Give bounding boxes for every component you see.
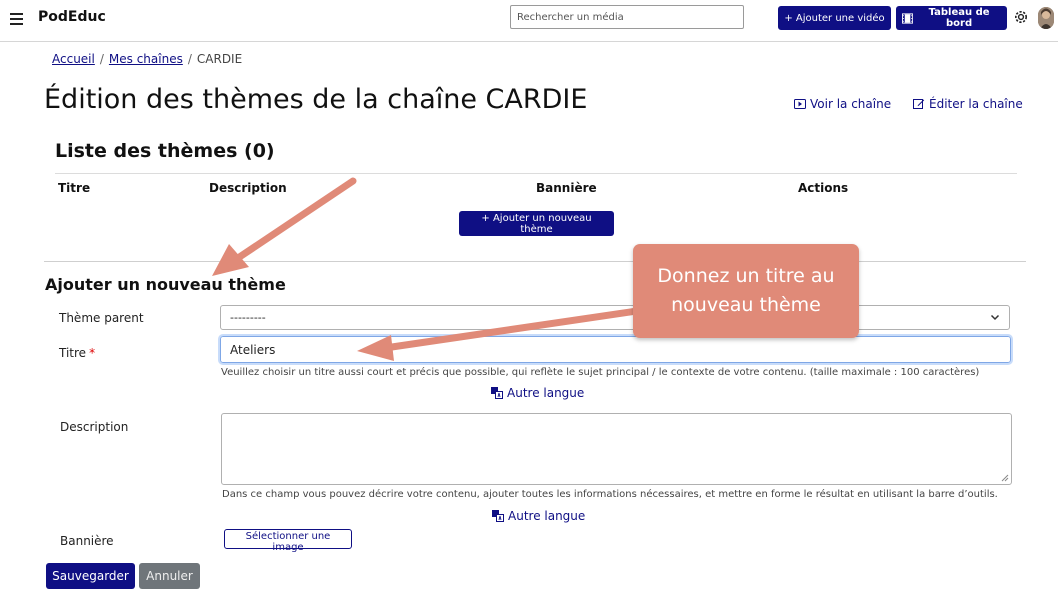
plus-icon: + <box>784 12 793 24</box>
banner-label: Bannière <box>60 534 114 548</box>
breadcrumb-separator: / <box>187 52 192 66</box>
title-input[interactable] <box>218 334 1013 365</box>
resize-grip-icon[interactable] <box>999 472 1009 482</box>
description-help-text: Dans ce champ vous pouvez décrire votre … <box>222 489 998 500</box>
annotation-callout: Donnez un titre au nouveau thème <box>633 244 859 338</box>
menu-icon[interactable] <box>10 13 23 25</box>
description-textarea[interactable] <box>221 413 1012 485</box>
table-header-divider <box>55 173 1017 174</box>
edit-channel-label: Éditer la chaîne <box>929 97 1023 111</box>
column-header-actions: Actions <box>798 181 849 195</box>
add-video-label: Ajouter une vidéo <box>795 12 885 24</box>
play-icon <box>794 99 806 109</box>
add-theme-button[interactable]: + Ajouter un nouveau thème <box>459 211 614 236</box>
film-icon <box>902 12 914 24</box>
search-input[interactable] <box>510 5 744 29</box>
view-channel-label: Voir la chaîne <box>810 97 892 111</box>
column-header-title: Titre <box>58 181 91 195</box>
breadcrumb-separator: / <box>99 52 104 66</box>
themes-list-title: Liste des thèmes (0) <box>55 140 275 162</box>
parent-theme-label: Thème parent <box>59 311 144 325</box>
description-other-language-link[interactable]: Autre langue <box>492 509 585 523</box>
column-header-description: Description <box>209 181 287 195</box>
edit-channel-link[interactable]: Éditer la chaîne <box>913 97 1023 111</box>
edit-icon <box>913 99 925 109</box>
callout-line-1: Donnez un titre au <box>657 265 835 287</box>
callout-line-2: nouveau thème <box>671 294 821 316</box>
add-video-button[interactable]: + Ajouter une vidéo <box>778 6 891 30</box>
title-other-language-label: Autre langue <box>507 386 585 400</box>
title-help-text: Veuillez choisir un titre aussi court et… <box>221 367 980 378</box>
breadcrumb: Accueil / Mes chaînes / CARDIE <box>52 52 242 66</box>
breadcrumb-home-link[interactable]: Accueil <box>52 52 95 66</box>
select-image-button[interactable]: Sélectionner une image <box>224 529 352 553</box>
translate-icon <box>491 387 503 399</box>
dashboard-label: Tableau de bord <box>928 7 990 29</box>
translate-icon <box>492 510 504 522</box>
breadcrumb-current: CARDIE <box>196 52 243 66</box>
gear-icon[interactable] <box>1013 9 1029 25</box>
chevron-down-icon <box>990 314 1000 321</box>
save-button[interactable]: Sauvegarder <box>46 563 135 589</box>
description-label: Description <box>60 420 129 434</box>
description-other-language-label: Autre langue <box>508 509 586 523</box>
brand-logo[interactable]: PodEduc <box>38 9 106 25</box>
avatar[interactable] <box>1038 7 1054 29</box>
breadcrumb-channels-link[interactable]: Mes chaînes <box>109 52 183 66</box>
column-header-banner: Bannière <box>536 181 597 195</box>
cancel-button[interactable]: Annuler <box>139 563 200 589</box>
page-title: Édition des thèmes de la chaîne CARDIE <box>44 84 588 115</box>
view-channel-link[interactable]: Voir la chaîne <box>794 97 891 111</box>
title-label: Titre * <box>59 346 95 360</box>
parent-theme-value: --------- <box>230 311 266 324</box>
title-other-language-link[interactable]: Autre langue <box>491 386 584 400</box>
required-mark: * <box>89 346 96 360</box>
section-divider <box>44 261 1026 262</box>
dashboard-button[interactable]: Tableau de bord <box>896 6 1007 30</box>
title-label-text: Titre <box>59 346 87 360</box>
add-theme-form-title: Ajouter un nouveau thème <box>45 275 286 294</box>
parent-theme-select[interactable]: --------- <box>220 305 1010 330</box>
